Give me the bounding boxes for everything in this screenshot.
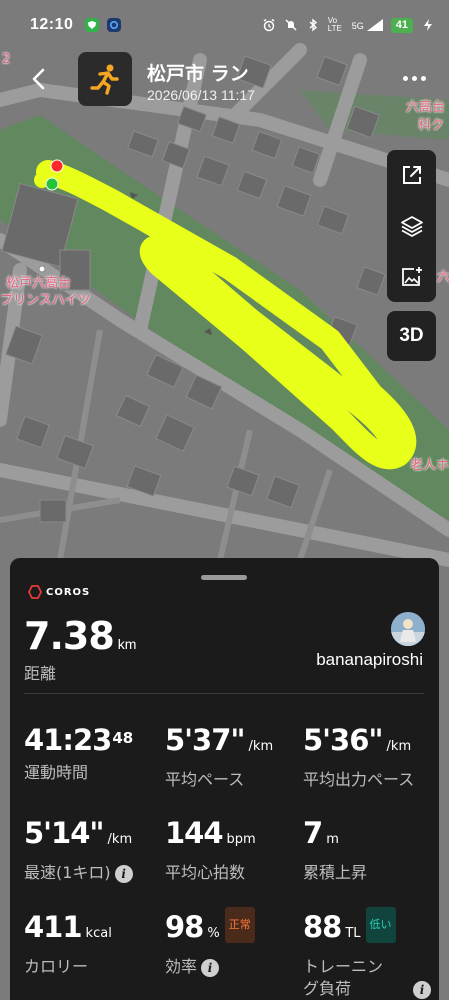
calories-unit: kcal <box>85 926 112 941</box>
3d-mode-button[interactable]: 3D <box>387 311 436 361</box>
avg-pace-unit: /km <box>248 739 274 754</box>
info-icon[interactable]: i <box>201 958 220 977</box>
avg-pace-label: 平均ペース <box>165 770 245 789</box>
distance-value-block: 7.38 km <box>24 614 136 658</box>
more-options-button[interactable] <box>400 64 428 92</box>
more-dot-icon <box>402 75 408 81</box>
charging-icon <box>424 19 432 31</box>
volte-indicator: Vo LTE <box>327 16 342 33</box>
fastest-label: 最速(1キロ) <box>24 863 111 882</box>
avatar[interactable] <box>391 612 425 646</box>
stat-avg-power-pace: 5'36"/km 平均出力ペース <box>303 723 414 790</box>
map-label-place2-line2: 科ク <box>418 118 445 133</box>
duration-seconds-fraction: 48 <box>112 729 134 747</box>
avg-power-pace-label: 平均出力ペース <box>303 770 415 789</box>
back-button[interactable] <box>26 66 52 92</box>
training-load-unit: TL <box>345 926 361 941</box>
avg-power-pace-unit: /km <box>386 739 412 754</box>
layers-icon <box>400 216 423 237</box>
stat-duration: 41:2348 運動時間 <box>24 723 133 783</box>
avg-pace-value: 5'37" <box>165 723 246 757</box>
distance-unit: km <box>117 636 137 652</box>
status-time: 12:10 <box>30 16 74 33</box>
calories-label: カロリー <box>24 957 89 976</box>
battery-indicator: 41 <box>390 17 413 33</box>
coros-logo: COROS <box>28 585 90 599</box>
map-label-place1-line2: プリンスハイツ <box>0 293 91 308</box>
bluetooth-icon <box>309 18 317 32</box>
avg-power-pace-value: 5'36" <box>303 723 384 757</box>
alarm-icon <box>263 18 275 32</box>
efficiency-status-badge: 正常 <box>224 907 255 943</box>
training-load-label-line1: トレーニン <box>303 957 384 976</box>
share-button[interactable] <box>387 150 436 200</box>
efficiency-label: 効率 <box>165 957 198 976</box>
share-icon <box>402 166 421 185</box>
activity-summary-sheet: COROS 7.38 km 距離 bananapiroshi 41:2348 運動… <box>10 558 439 1000</box>
map-tools-panel <box>387 150 436 302</box>
stat-calories: 411 kcal カロリー <box>24 910 112 977</box>
efficiency-value: 98 <box>165 910 204 944</box>
stat-avg-pace: 5'37"/km 平均ペース <box>165 723 273 790</box>
map-label-place3: 老人ホ <box>410 458 449 473</box>
fastest-value: 5'14" <box>24 816 105 850</box>
calories-value: 411 <box>24 910 83 944</box>
info-icon[interactable]: i <box>114 864 133 883</box>
avg-hr-unit: bpm <box>226 832 256 847</box>
avg-hr-value: 144 <box>165 816 224 850</box>
efficiency-unit: % <box>207 926 220 941</box>
circle-app-icon <box>107 18 122 32</box>
activity-type-badge <box>78 52 132 106</box>
distance-label: 距離 <box>24 664 57 683</box>
coros-logo-icon <box>28 585 42 599</box>
training-load-value: 88 <box>303 910 342 944</box>
stat-avg-hr: 144 bpm 平均心拍数 <box>165 816 256 883</box>
training-load-status-badge: 低い <box>365 907 396 943</box>
signal-icon <box>366 19 383 31</box>
username: bananapiroshi <box>316 650 423 669</box>
elevation-unit: m <box>326 832 339 847</box>
more-dot-icon <box>420 75 426 81</box>
duration-label: 運動時間 <box>24 763 89 782</box>
duration-value: 41:23 <box>24 723 112 757</box>
fastest-unit: /km <box>107 832 133 847</box>
avg-hr-label: 平均心拍数 <box>165 863 246 882</box>
activity-datetime: 2026/06/13 11:17 <box>147 87 255 103</box>
distance-value: 7.38 <box>24 614 115 658</box>
sheet-drag-handle[interactable] <box>201 575 247 580</box>
avatar-image <box>391 612 425 646</box>
stat-efficiency: 98 % 正常 効率 i <box>165 907 255 977</box>
activity-title: 松戸市 ラン <box>147 63 249 85</box>
add-image-button[interactable] <box>387 252 436 302</box>
stat-elevation: 7m 累積上昇 <box>303 816 367 883</box>
stat-training-load: 88 TL 低い トレーニン グ負荷 i <box>303 907 432 999</box>
stat-fastest: 5'14"/km 最速(1キロ) i <box>24 816 133 883</box>
network-indicator: 5G <box>352 19 383 31</box>
add-image-icon <box>401 266 422 286</box>
map-label-place1-line1: 松戸六高台 <box>6 276 72 291</box>
elevation-label: 累積上昇 <box>303 863 368 882</box>
status-bar: 12:10 Vo LTE 5G 41 <box>0 0 449 50</box>
elevation-value: 7 <box>303 816 323 850</box>
shield-app-icon <box>85 18 100 32</box>
info-icon[interactable]: i <box>413 980 432 999</box>
chevron-left-icon <box>32 68 45 90</box>
mute-icon <box>285 19 297 31</box>
layers-button[interactable] <box>387 201 436 251</box>
running-person-icon <box>90 64 119 95</box>
more-dot-icon <box>411 75 417 81</box>
divider <box>24 693 424 694</box>
brand-name: COROS <box>46 586 91 598</box>
activity-header: 松戸市 ラン 2026/06/13 11:17 <box>0 52 449 108</box>
training-load-label-line2: グ負荷 <box>303 979 352 998</box>
map-label-edge-fragment: 六 <box>437 270 449 285</box>
